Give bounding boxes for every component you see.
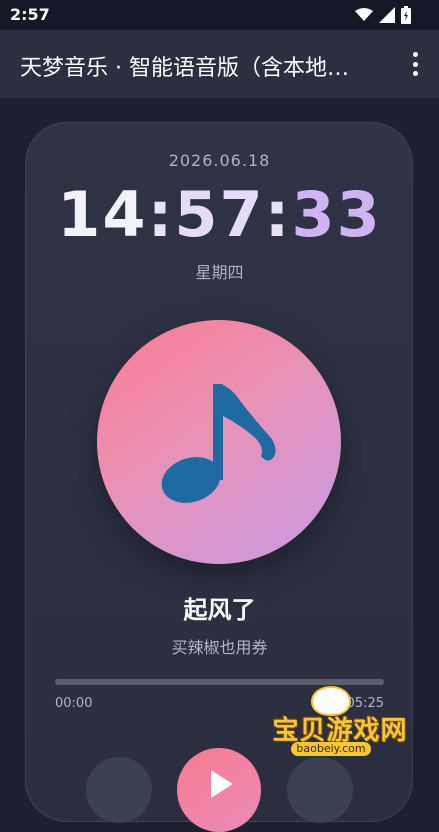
wifi-icon [355,8,373,21]
date-label: 2026.06.18 [168,151,271,170]
clock-display: 14:57:33 [0,178,439,251]
previous-button[interactable] [86,757,152,823]
status-time: 2:57 [10,5,50,24]
music-note-icon [161,384,276,503]
clock-minutes: 57 [174,178,265,251]
clock-separator: : [147,178,175,251]
status-icons [355,5,411,25]
play-icon [211,770,233,798]
clock-separator: : [264,178,292,251]
battery-icon [401,6,411,24]
app-bar: 天梦音乐 · 智能语音版（含本地… [0,30,439,98]
album-art[interactable] [97,320,341,564]
play-button[interactable] [177,748,261,832]
time-total: 05:25 [346,696,384,711]
song-title: 起风了 [183,596,256,624]
song-artist: 买辣椒也用券 [171,638,268,657]
menu-dot [412,61,418,67]
app-title: 天梦音乐 · 智能语音版（含本地… [20,56,349,81]
signal-icon [379,7,395,23]
status-bar: 2:57 [0,0,439,30]
next-button[interactable] [287,757,353,823]
clock-seconds: 33 [291,178,382,251]
time-current: 00:00 [55,696,93,711]
menu-dot [412,71,418,76]
clock-hours: 14 [57,178,148,251]
menu-dot [412,52,418,57]
weekday-label: 星期四 [195,263,244,282]
more-vertical-icon[interactable] [409,52,421,76]
progress-bar[interactable] [55,679,384,685]
